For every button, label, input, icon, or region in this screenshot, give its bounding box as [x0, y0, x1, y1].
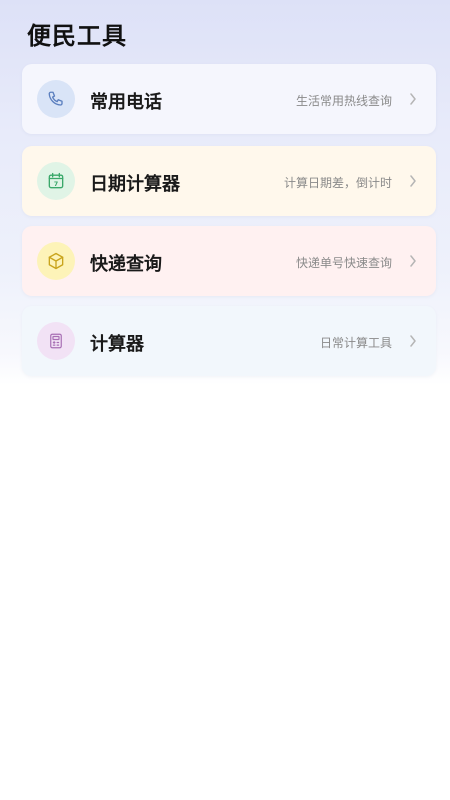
tool-title: 快递查询	[90, 254, 162, 275]
tool-card-calculator[interactable]: 计算器 日常计算工具	[22, 306, 436, 376]
tool-description: 快递单号快速查询	[295, 256, 392, 270]
tool-description: 生活常用热线查询	[295, 94, 392, 108]
calculator-icon	[37, 322, 75, 360]
phone-icon	[37, 80, 75, 118]
package-icon	[37, 242, 75, 280]
tool-card-phone[interactable]: 常用电话 生活常用热线查询	[22, 64, 436, 134]
chevron-right-icon	[406, 91, 420, 107]
chevron-right-icon	[406, 253, 420, 269]
tool-title: 计算器	[90, 334, 144, 355]
chevron-right-icon	[406, 333, 420, 349]
tool-title: 常用电话	[90, 92, 162, 113]
calendar-icon-day: 7	[54, 181, 58, 188]
tool-title: 日期计算器	[90, 174, 180, 195]
page-title: 便民工具	[27, 22, 127, 50]
tool-card-express-query[interactable]: 快递查询 快递单号快速查询	[22, 226, 436, 296]
chevron-right-icon	[406, 173, 420, 189]
calendar-icon: 7	[37, 162, 75, 200]
screen: 便民工具 常用电话 生活常用热线查询 7 日期计算器 计算日期差，倒计时 快递查…	[0, 0, 450, 800]
tool-description: 计算日期差，倒计时	[283, 176, 392, 190]
tool-card-date-calculator[interactable]: 7 日期计算器 计算日期差，倒计时	[22, 146, 436, 216]
tool-description: 日常计算工具	[319, 336, 392, 350]
